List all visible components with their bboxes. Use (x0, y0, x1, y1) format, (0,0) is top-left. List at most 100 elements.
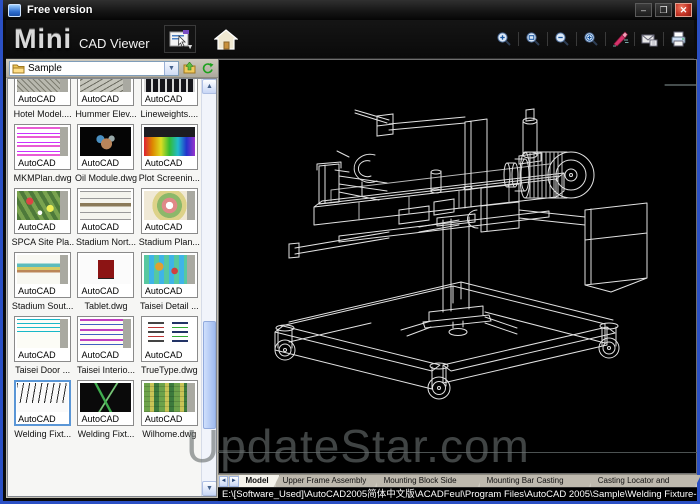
thumbnail-type: AutoCAD (80, 92, 131, 104)
thumbnail-image (144, 319, 195, 348)
thumbnail-image (80, 383, 131, 412)
file-thumbnail[interactable]: AutoCAD (14, 252, 71, 298)
watermark-underline (218, 452, 697, 453)
file-name: Welding Fixt... (78, 429, 135, 439)
file-thumbnail[interactable]: AutoCAD (14, 79, 71, 106)
file-thumbnail[interactable]: AutoCAD (77, 380, 134, 426)
thumbnail-type: AutoCAD (144, 92, 195, 104)
file-name: Tablet.dwg (84, 301, 127, 311)
folder-select[interactable]: Sample ▼ (9, 61, 179, 76)
file-thumbnail[interactable]: AutoCAD (77, 79, 134, 106)
file-thumbnail[interactable]: AutoCAD (141, 252, 198, 298)
pan-button[interactable] (610, 30, 630, 48)
thumbnail-image (80, 255, 131, 284)
thumbnail-type: AutoCAD (17, 156, 68, 168)
thumbnail-image (17, 319, 68, 348)
thumbnail-type: AutoCAD (144, 284, 195, 296)
drawing-canvas[interactable] (218, 59, 697, 474)
minimize-button[interactable]: – (635, 3, 652, 17)
thumbnail-image (144, 79, 195, 92)
zoom-window-icon (525, 31, 541, 47)
file-thumbnail[interactable]: AutoCAD (77, 188, 134, 234)
home-button[interactable] (210, 25, 242, 53)
refresh-button[interactable] (200, 61, 215, 76)
file-name: Lineweights.... (141, 109, 199, 119)
thumbnail-type: AutoCAD (144, 156, 195, 168)
thumbnail-type: AutoCAD (80, 156, 131, 168)
app-logo: Mini CAD Viewer (14, 24, 150, 55)
scroll-down-button[interactable]: ▼ (202, 481, 217, 496)
titlebar: Free version – ❐ ✕ (3, 0, 697, 20)
thumbnail-image (144, 191, 195, 220)
tab-mounting-bar-casting-support[interactable]: Mounting Bar Casting Support (480, 475, 595, 487)
tab-model[interactable]: Model (239, 475, 280, 487)
print-preview-button[interactable]: ▼ (164, 25, 196, 53)
folder-icon (12, 63, 25, 74)
maximize-button[interactable]: ❐ (655, 3, 672, 17)
tab-casting-locator-and-support[interactable]: Casting Locator and Support (591, 475, 700, 487)
print-button[interactable] (668, 30, 688, 48)
window-title: Free version (27, 4, 92, 16)
file-thumbnail[interactable]: AutoCAD (141, 316, 198, 362)
sidebar-scrollbar[interactable]: ▲ ▼ (201, 79, 216, 496)
thumbnail-type: AutoCAD (17, 92, 68, 104)
thumbnail-type: AutoCAD (80, 220, 131, 232)
thumbnail-image (144, 127, 195, 156)
file-thumbnail[interactable]: AutoCAD (14, 188, 71, 234)
tab-scroll-left-button[interactable]: ◄ (219, 476, 228, 487)
thumbnail-image (80, 319, 131, 348)
layout-tabbar: ◄ ► Model Upper Frame Assembly 3D Mounti… (218, 474, 697, 487)
thumbnail-type: AutoCAD (144, 412, 195, 424)
file-name: Taisei Door ... (15, 365, 70, 375)
zoom-all-button[interactable] (581, 30, 601, 48)
file-thumbnail[interactable]: AutoCAD (77, 252, 134, 298)
thumbnail-type: AutoCAD (80, 412, 131, 424)
file-thumbnail[interactable]: AutoCAD (14, 124, 71, 170)
file-name: Hummer Elev... (75, 109, 136, 119)
file-thumbnail-selected[interactable]: AutoCAD (14, 380, 71, 426)
home-icon (214, 29, 238, 50)
zoom-in-button[interactable] (494, 30, 514, 48)
thumbnail-image (17, 255, 68, 284)
file-name: MKMPlan.dwg (14, 173, 72, 183)
close-button[interactable]: ✕ (675, 3, 692, 17)
thumbnail-type: AutoCAD (80, 348, 131, 360)
file-name: TrueType.dwg (141, 365, 198, 375)
file-thumbnail[interactable]: AutoCAD (14, 316, 71, 362)
thumbnail-image (17, 127, 68, 156)
tab-scroll-right-button[interactable]: ► (229, 476, 238, 487)
refresh-icon (201, 62, 214, 75)
file-thumbnail[interactable]: AutoCAD (77, 316, 134, 362)
up-folder-button[interactable] (182, 61, 197, 76)
email-button[interactable] (639, 30, 659, 48)
tab-mounting-block-side-clamp[interactable]: Mounting Block Side Clamp (377, 475, 484, 487)
scroll-up-button[interactable]: ▲ (202, 79, 217, 94)
zoom-out-icon (554, 31, 570, 47)
zoom-in-icon (496, 31, 512, 47)
file-name: Stadium Plan... (139, 237, 200, 247)
file-name: Plot Screenin... (139, 173, 200, 183)
tab-upper-frame-assembly-3d[interactable]: Upper Frame Assembly 3D (276, 475, 381, 487)
zoom-out-button[interactable] (552, 30, 572, 48)
scrollbar-thumb[interactable] (203, 321, 216, 429)
thumbnail-image (144, 255, 195, 284)
file-thumbnail[interactable]: AutoCAD (141, 79, 198, 106)
thumbnail-image (80, 79, 131, 92)
file-name: Welding Fixt... (14, 429, 71, 439)
thumbnail-type: AutoCAD (144, 348, 195, 360)
file-name: Wilhome.dwg (142, 429, 196, 439)
dropdown-caret-icon: ▼ (187, 44, 194, 51)
file-thumbnail[interactable]: AutoCAD (141, 124, 198, 170)
file-name: Stadium Sout... (12, 301, 74, 311)
file-name: Taisei Interio... (77, 365, 135, 375)
app-window: Free version – ❐ ✕ Mini CAD Viewer ▼ (0, 0, 700, 504)
file-thumbnail[interactable]: AutoCAD (77, 124, 134, 170)
zoom-window-button[interactable] (523, 30, 543, 48)
folder-select-arrow[interactable]: ▼ (164, 62, 178, 75)
file-thumbnail[interactable]: AutoCAD (141, 188, 198, 234)
thumbnail-image (17, 79, 68, 92)
thumbnail-type: AutoCAD (17, 412, 68, 424)
file-name: Stadium Nort... (76, 237, 136, 247)
up-folder-icon (183, 62, 196, 74)
file-thumbnail[interactable]: AutoCAD (141, 380, 198, 426)
